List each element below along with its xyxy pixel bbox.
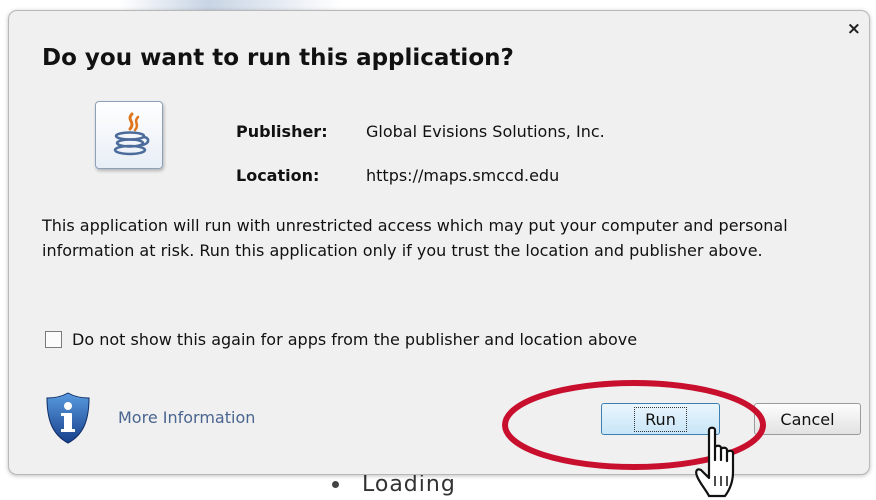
more-information-link[interactable]: More Information [118,408,255,427]
shield-info-icon [46,392,90,444]
dont-show-again-label[interactable]: Do not show this again for apps from the… [72,330,637,349]
cancel-button[interactable]: Cancel [754,403,861,435]
security-warning-dialog: × Do you want to run this application? P… [8,10,870,498]
location-value: https://maps.smccd.edu [366,166,560,185]
location-row: Location: https://maps.smccd.edu [236,166,559,185]
location-label: Location: [236,166,320,185]
publisher-row: Publisher: Global Evisions Solutions, In… [236,122,605,141]
close-icon[interactable]: × [847,21,861,38]
dont-show-again-checkbox[interactable] [45,331,62,348]
dialog-title: Do you want to run this application? [42,45,514,71]
publisher-value: Global Evisions Solutions, Inc. [366,122,605,141]
java-icon [95,101,163,169]
warning-text: This application will run with unrestric… [42,216,788,260]
hand-pointer-icon [695,426,735,498]
run-button[interactable]: Run [601,403,720,435]
background-loading-text: Loading [332,472,456,497]
publisher-label: Publisher: [236,122,328,141]
run-button-label: Run [634,406,687,432]
